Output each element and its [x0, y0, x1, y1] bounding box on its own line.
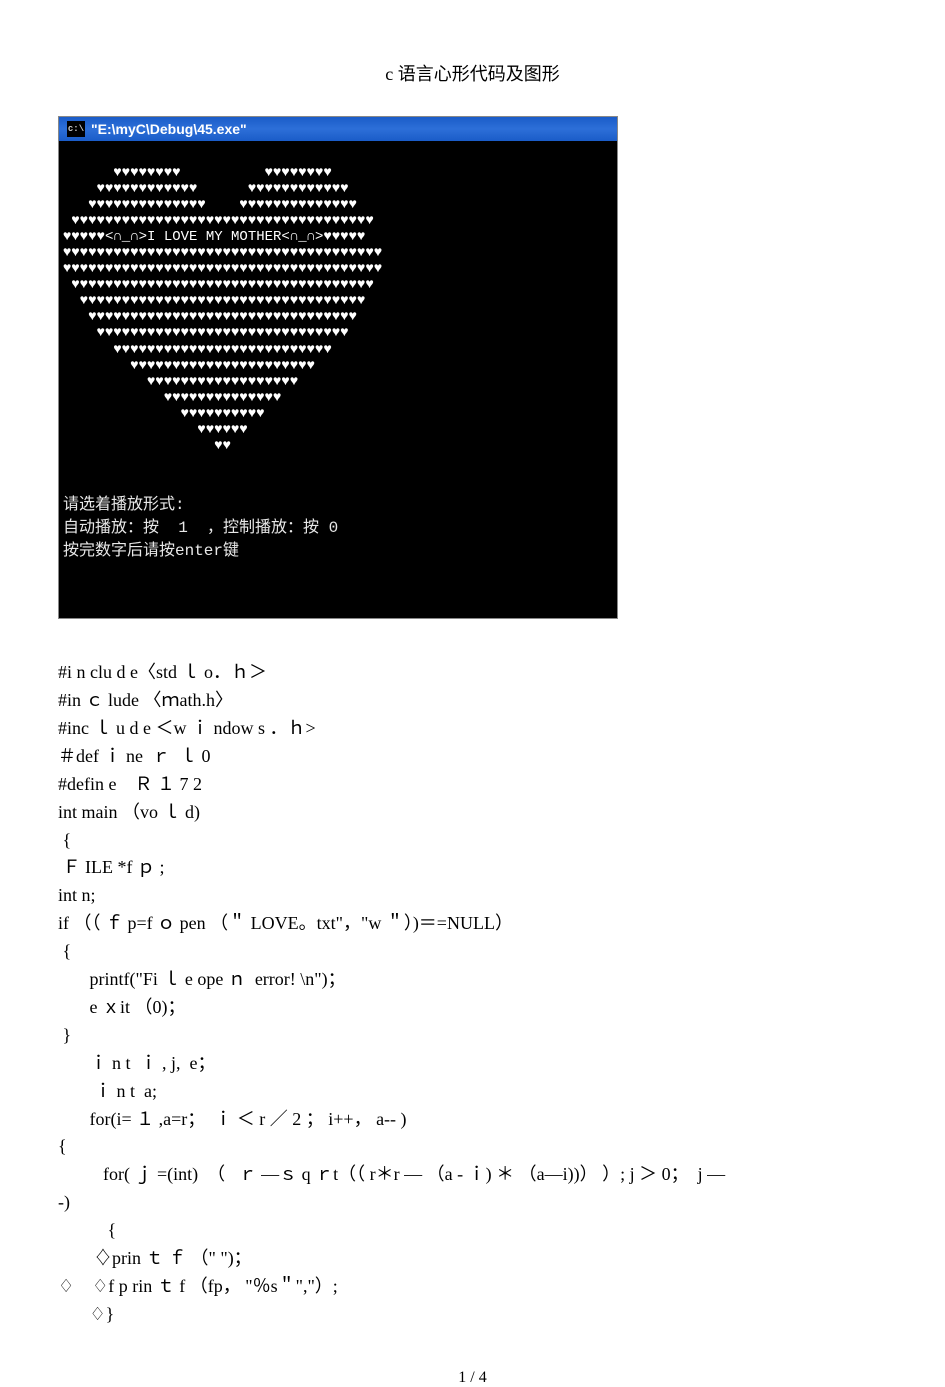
console-window: c:\ "E:\myC\Debug\45.exe" ♥♥♥♥♥♥♥♥ ♥♥♥♥♥…	[58, 116, 618, 619]
prompt-line-2: 自动播放：按 1 ，控制播放：按 0	[63, 519, 338, 537]
page-title: c 语言心形代码及图形	[0, 60, 945, 86]
prompt-line-1: 请选着播放形式:	[63, 496, 185, 514]
window-title-bar: c:\ "E:\myC\Debug\45.exe"	[59, 117, 617, 141]
source-code: #i n clu d e〈std ｌ o．ｈ＞ #in ｃ lude 〈ｍath…	[58, 659, 878, 1328]
page-number: 1 / 4	[0, 1369, 945, 1387]
window-title-path: "E:\myC\Debug\45.exe"	[91, 121, 247, 137]
console-output: ♥♥♥♥♥♥♥♥ ♥♥♥♥♥♥♥♥ ♥♥♥♥♥♥♥♥♥♥♥♥ ♥♥♥♥♥♥♥♥♥…	[59, 141, 617, 618]
console-prompt: 请选着播放形式: 自动播放：按 1 ，控制播放：按 0 按完数字后请按enter…	[63, 494, 613, 564]
prompt-line-3: 按完数字后请按enter键	[63, 542, 239, 560]
heart-ascii-art: ♥♥♥♥♥♥♥♥ ♥♥♥♥♥♥♥♥ ♥♥♥♥♥♥♥♥♥♥♥♥ ♥♥♥♥♥♥♥♥♥…	[63, 165, 613, 455]
cmd-icon: c:\	[67, 121, 85, 137]
